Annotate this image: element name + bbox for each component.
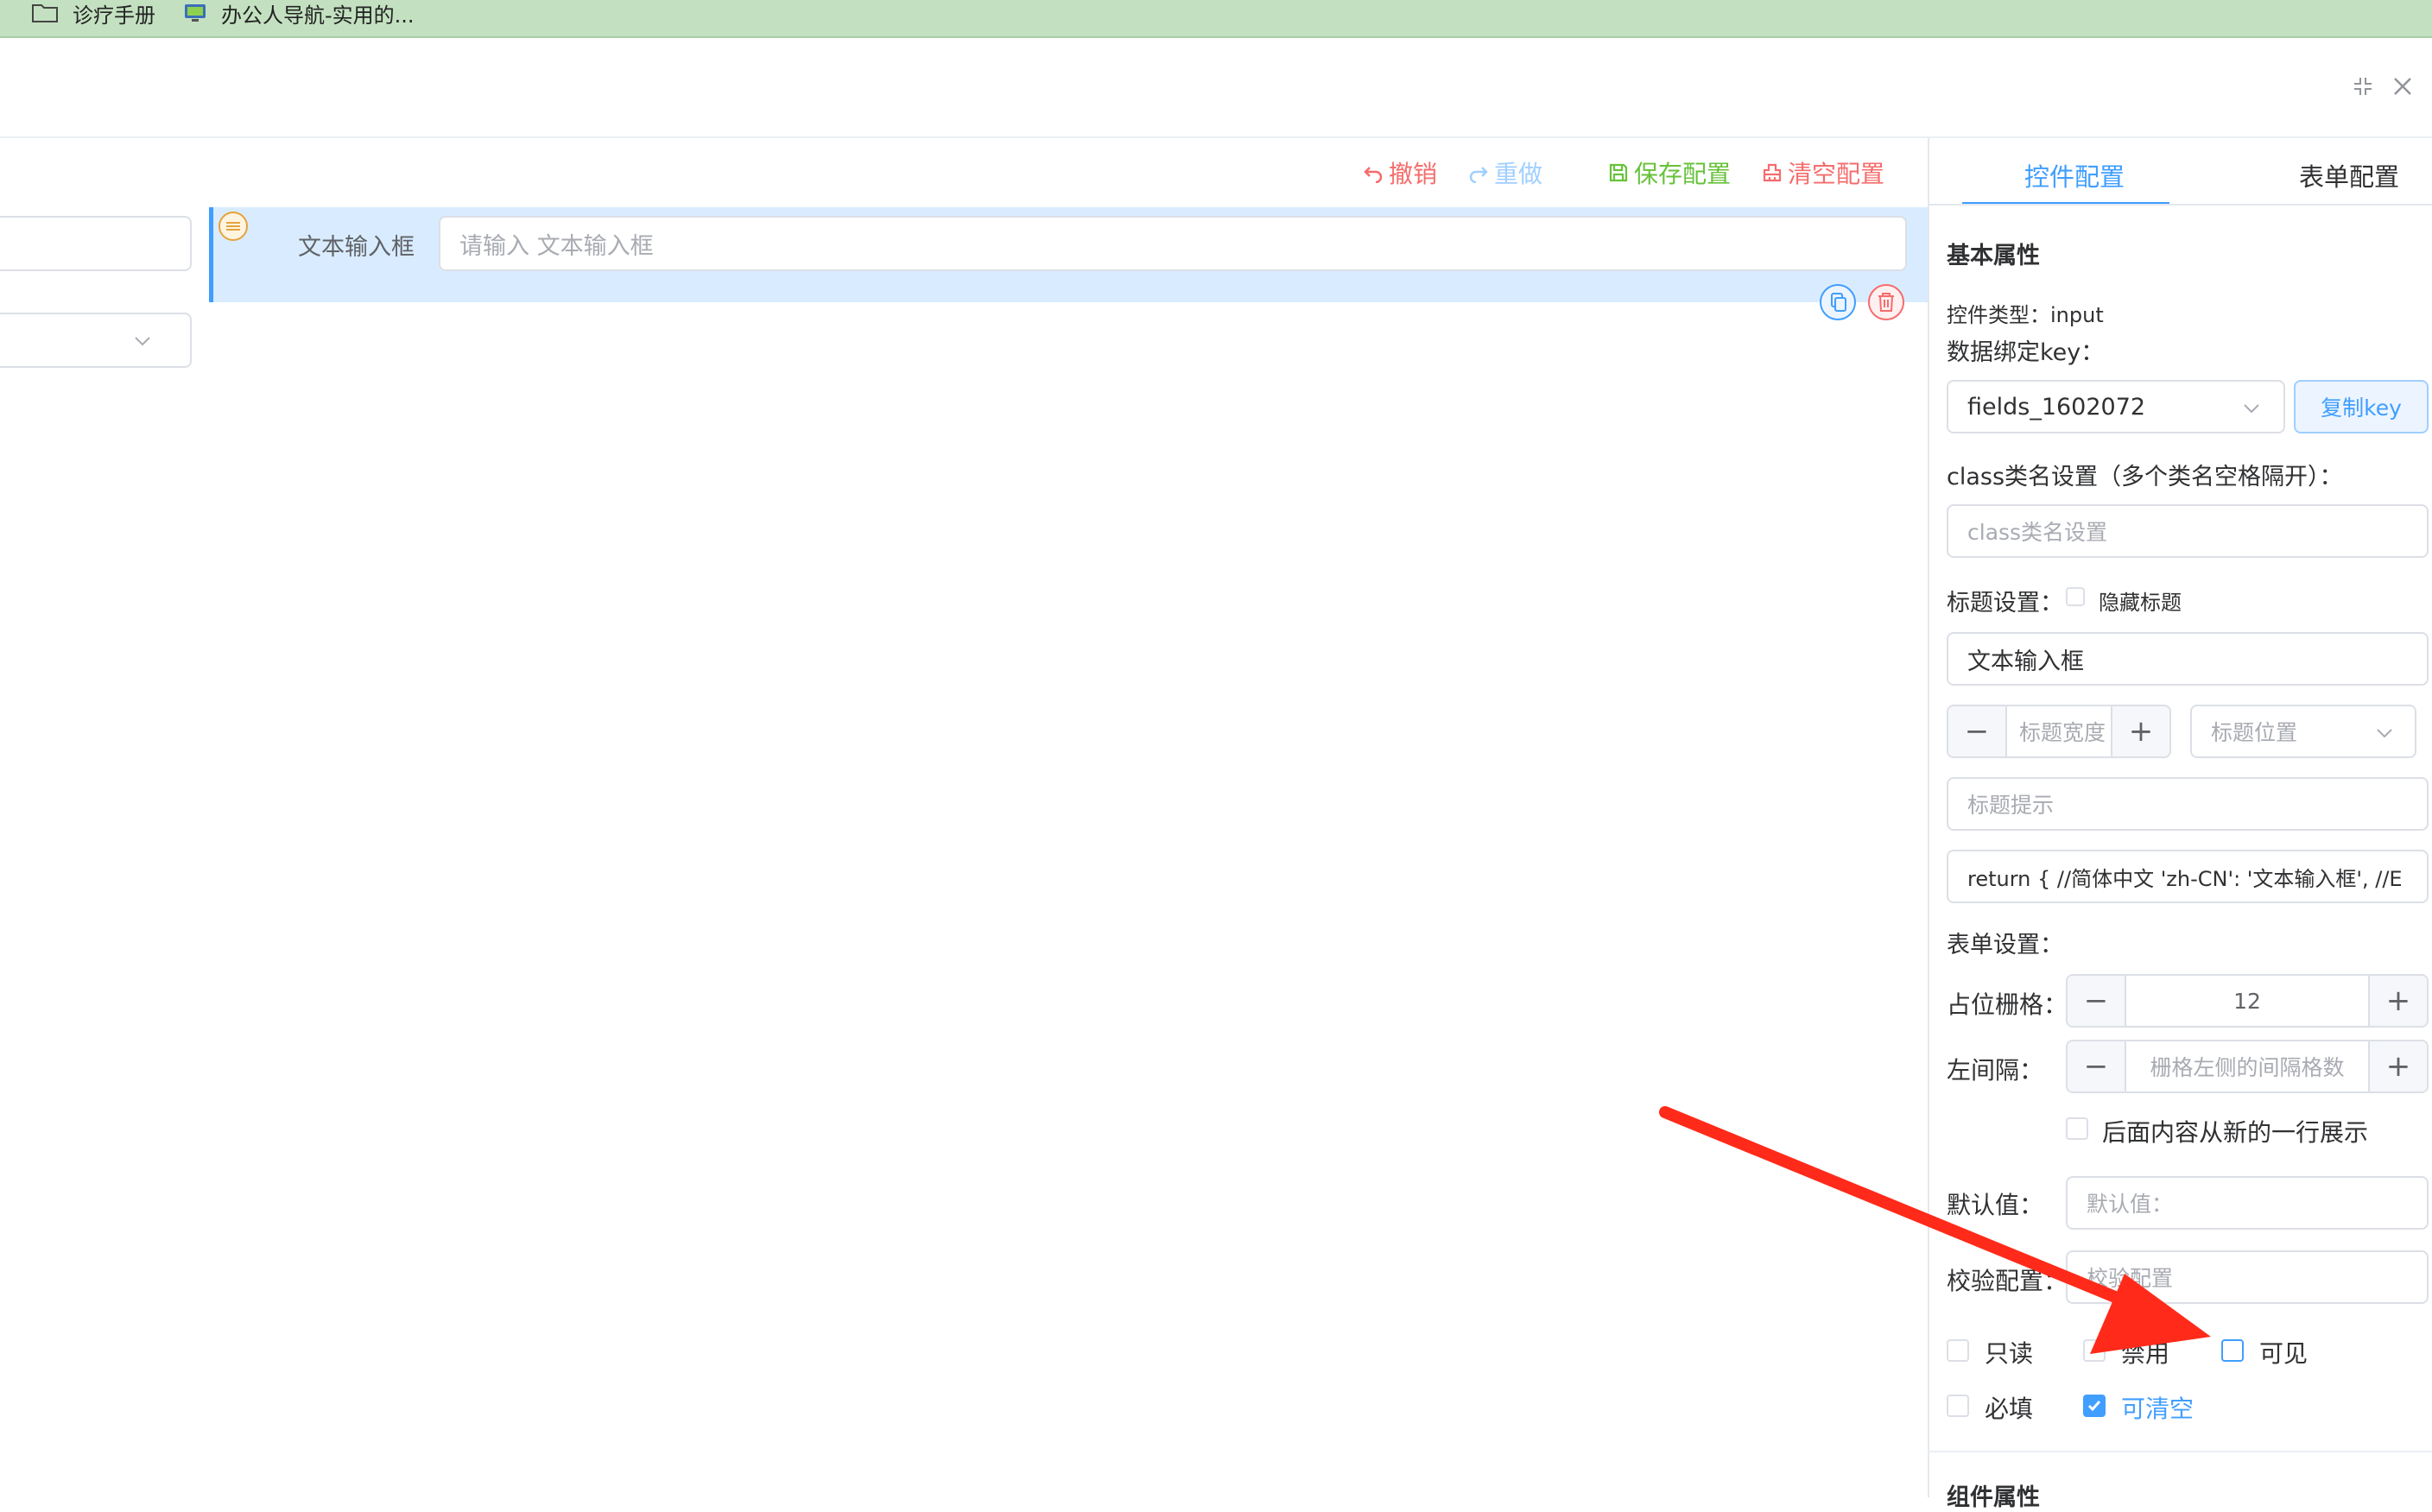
annotation-arrow	[1659, 1106, 2211, 1354]
